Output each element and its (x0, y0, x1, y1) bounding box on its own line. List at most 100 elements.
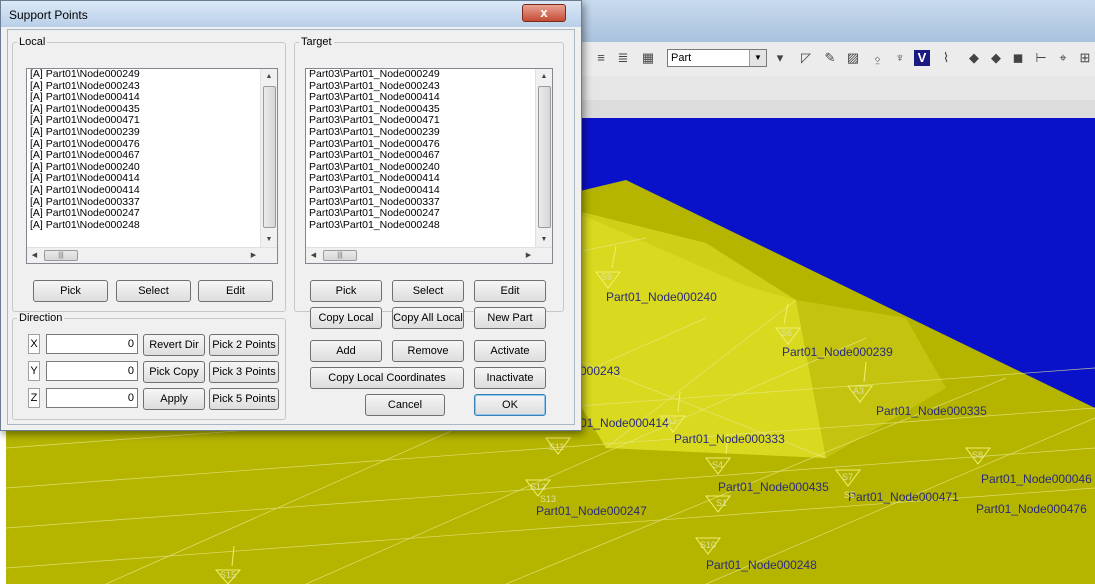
support-label: S6 (781, 328, 793, 338)
copy-all-local-button[interactable]: Copy All Local (392, 307, 464, 329)
list-item[interactable]: [A] Part01\Node000239 (27, 126, 277, 139)
target-legend: Target (301, 36, 332, 48)
y-axis-label: Y (28, 361, 40, 381)
ok-button[interactable]: OK (474, 394, 546, 416)
new-part-button[interactable]: New Part (474, 307, 546, 329)
support-tool-icon[interactable]: ⍚ (870, 50, 886, 66)
list-item[interactable]: [A] Part01\Node000248 (27, 219, 277, 232)
remove-button[interactable]: Remove (392, 340, 464, 362)
node-label: Part01_Node000248 (706, 558, 817, 572)
scroll-down-icon[interactable]: ▼ (536, 232, 552, 248)
target-edit-button[interactable]: Edit (474, 280, 546, 302)
dropdown-arrow-icon[interactable]: ▾ (772, 50, 788, 66)
sketch-icon[interactable]: ◸ (798, 50, 814, 66)
scroll-down-icon[interactable]: ▼ (261, 232, 277, 248)
scroll-right-icon[interactable]: ▶ (521, 248, 536, 263)
node-label: Part01_Node000335 (876, 404, 987, 418)
local-hscroll[interactable]: ◀ ||| ▶ (27, 247, 277, 263)
node-label: Part01_Node000239 (782, 345, 893, 359)
apply-button[interactable]: Apply (143, 388, 205, 410)
support-label: S11 (549, 442, 565, 452)
target-hscroll[interactable]: ◀ ||| ▶ (306, 247, 552, 263)
cube-icon-3[interactable]: ◼ (1010, 50, 1026, 66)
local-edit-button[interactable]: Edit (198, 280, 273, 302)
target-select-button[interactable]: Select (392, 280, 464, 302)
scroll-thumb[interactable] (263, 86, 276, 228)
list-item[interactable]: Part03\Part01_Node000467 (306, 150, 552, 162)
inactivate-button[interactable]: Inactivate (474, 367, 546, 389)
support-label: S12 (530, 482, 547, 492)
local-select-button[interactable]: Select (116, 280, 191, 302)
y-direction-input[interactable]: 0 (46, 361, 138, 381)
copy-local-coordinates-button[interactable]: Copy Local Coordinates (310, 367, 464, 389)
close-icon: x (540, 5, 548, 20)
dialog-body: Local [A] Part01\Node000249 [A] Part01\No… (7, 29, 575, 425)
local-pick-button[interactable]: Pick (33, 280, 108, 302)
list-item[interactable]: Part03\Part01_Node000239 (306, 126, 552, 139)
pick-copy-button[interactable]: Pick Copy (143, 361, 205, 383)
z-direction-input[interactable]: 0 (46, 388, 138, 408)
part-select[interactable]: Part ▼ (667, 49, 767, 67)
activate-button[interactable]: Activate (474, 340, 546, 362)
pencil-icon[interactable]: ✎ (822, 50, 838, 66)
support-label: A2 (666, 416, 678, 426)
list-item[interactable]: [A] Part01\Node000249 (27, 69, 277, 81)
target-list[interactable]: Part03\Part01_Node000249 Part03\Part01_No… (305, 68, 553, 264)
v-tool-icon[interactable]: V (914, 50, 930, 66)
list-item[interactable]: Part03\Part01_Node000247 (306, 208, 552, 220)
cube-icon-2[interactable]: ◆ (988, 50, 1004, 66)
scroll-thumb[interactable]: ||| (323, 250, 357, 261)
x-direction-input[interactable]: 0 (46, 334, 138, 354)
cube-icon-1[interactable]: ◆ (966, 50, 982, 66)
measure-icon[interactable]: ⊢ (1033, 50, 1049, 66)
scroll-thumb[interactable] (538, 86, 551, 228)
copy-local-button[interactable]: Copy Local (310, 307, 382, 329)
local-list[interactable]: [A] Part01\Node000249 [A] Part01\Node0002… (26, 68, 278, 264)
support-points-dialog: Support Points x Local [A] Part01\Node00… (0, 0, 582, 431)
target-vscroll[interactable]: ▲ ▼ (535, 69, 552, 248)
node-label: Part01_Node000435 (718, 480, 829, 494)
list-item[interactable]: Part03\Part01_Node000414 (306, 184, 552, 197)
pick-3-points-button[interactable]: Pick 3 Points (209, 361, 279, 383)
support-label: S15 (220, 570, 237, 580)
target-pick-button[interactable]: Pick (310, 280, 382, 302)
list-item[interactable]: Part03\Part01_Node000248 (306, 219, 552, 232)
tolerance-icon[interactable]: ⌖ (1055, 50, 1071, 66)
hatch-icon[interactable]: ▨ (845, 50, 861, 66)
z-axis-label: Z (28, 388, 40, 408)
tree-support-icon[interactable]: ♆ (892, 50, 908, 66)
local-legend: Local (19, 36, 46, 48)
pick-5-points-button[interactable]: Pick 5 Points (209, 388, 279, 410)
cancel-button[interactable]: Cancel (365, 394, 445, 416)
grid-icon[interactable]: ▦ (640, 50, 656, 66)
add-button[interactable]: Add (310, 340, 382, 362)
scroll-left-icon[interactable]: ◀ (27, 248, 42, 263)
dialog-title: Support Points (9, 8, 88, 22)
scroll-thumb[interactable]: ||| (44, 250, 78, 261)
support-label: S10 (700, 540, 717, 550)
list-item[interactable]: [A] Part01\Node000414 (27, 184, 277, 197)
support-label: S8 (972, 450, 984, 460)
toolbar-icon-1[interactable]: ≡ (593, 50, 609, 66)
list-item[interactable]: [A] Part01\Node000247 (27, 208, 277, 220)
local-vscroll[interactable]: ▲ ▼ (260, 69, 277, 248)
scroll-up-icon[interactable]: ▲ (536, 69, 552, 85)
list-item[interactable]: Part03\Part01_Node000249 (306, 69, 552, 81)
dialog-titlebar[interactable]: Support Points x (1, 1, 581, 27)
scroll-left-icon[interactable]: ◀ (306, 248, 321, 263)
toolbar-icon-2[interactable]: ≣ (615, 50, 631, 66)
graph-icon[interactable]: ⌇ (938, 50, 954, 66)
scroll-up-icon[interactable]: ▲ (261, 69, 277, 85)
grid-tool-icon[interactable]: ⊞ (1077, 50, 1093, 66)
pick-2-points-button[interactable]: Pick 2 Points (209, 334, 279, 356)
node-label: Part01_Node000471 (848, 490, 959, 504)
node-label: Part01_Node000476 (976, 502, 1087, 516)
list-item[interactable]: [A] Part01\Node000467 (27, 150, 277, 162)
close-button[interactable]: x (522, 4, 566, 22)
revert-dir-button[interactable]: Revert Dir (143, 334, 205, 356)
direction-legend: Direction (19, 312, 63, 324)
x-axis-label: X (28, 334, 40, 354)
scroll-right-icon[interactable]: ▶ (246, 248, 261, 263)
support-label: S13 (540, 494, 557, 504)
support-label: S7 (842, 472, 854, 482)
